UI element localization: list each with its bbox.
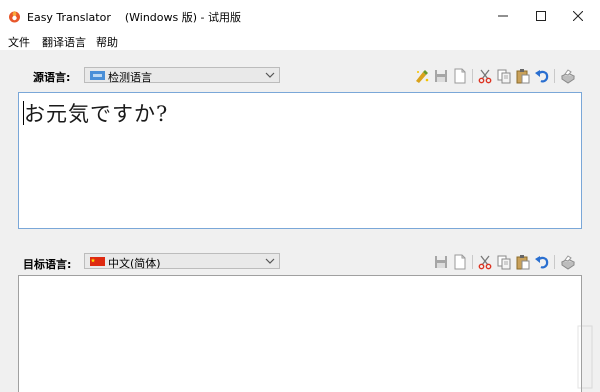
source-language-select[interactable]: 检测语言 [84,67,280,84]
source-text-area[interactable]: お元気ですか? [18,92,582,229]
save-icon[interactable] [433,68,449,84]
print-icon[interactable] [560,68,576,84]
window-title: Easy Translator (Windows 版) - 试用版 [27,11,241,24]
target-language-select[interactable]: 中文(简体) [84,253,280,270]
source-language-label: 源语言: [33,71,71,84]
translate-icon[interactable] [414,68,430,84]
main-panel: 源语言: 检测语言 お元気ですか? 目标语言: 中文(简体) [0,50,600,392]
source-text: お元気ですか? [24,102,169,126]
watermark-logo [577,325,593,389]
toolbar-separator [554,69,555,83]
menu-help[interactable]: 帮助 [96,34,118,50]
toolbar-separator [554,255,555,269]
cut-icon[interactable] [477,68,493,84]
target-language-value: 中文(简体) [108,257,161,270]
new-document-icon[interactable] [452,254,468,270]
detect-language-flag-icon [90,71,105,80]
cut-icon[interactable] [477,254,493,270]
menu-translate-language[interactable]: 翻译语言 [42,34,86,50]
print-icon[interactable] [560,254,576,270]
copy-icon[interactable] [496,254,512,270]
target-text-area[interactable] [18,275,582,392]
menu-file[interactable]: 文件 [8,34,30,50]
undo-icon[interactable] [534,68,550,84]
maximize-icon [536,11,546,21]
close-icon [573,11,583,21]
menu-bar: 文件 翻译语言 帮助 [0,32,600,50]
paste-icon[interactable] [515,68,531,84]
new-document-icon[interactable] [452,68,468,84]
copy-icon[interactable] [496,68,512,84]
chevron-down-icon [265,72,275,78]
source-toolbar [414,68,584,86]
china-flag-icon [90,257,105,266]
source-language-value: 检测语言 [108,71,152,84]
toolbar-separator [472,255,473,269]
toolbar-separator [472,69,473,83]
app-logo-icon [9,11,20,23]
target-language-label: 目标语言: [23,258,72,271]
minimize-icon [498,15,508,17]
close-button[interactable] [555,0,600,32]
title-bar[interactable]: Easy Translator (Windows 版) - 试用版 [0,0,600,32]
undo-icon[interactable] [534,254,550,270]
save-icon[interactable] [433,254,449,270]
target-toolbar [433,254,583,272]
chevron-down-icon [265,258,275,264]
paste-icon[interactable] [515,254,531,270]
